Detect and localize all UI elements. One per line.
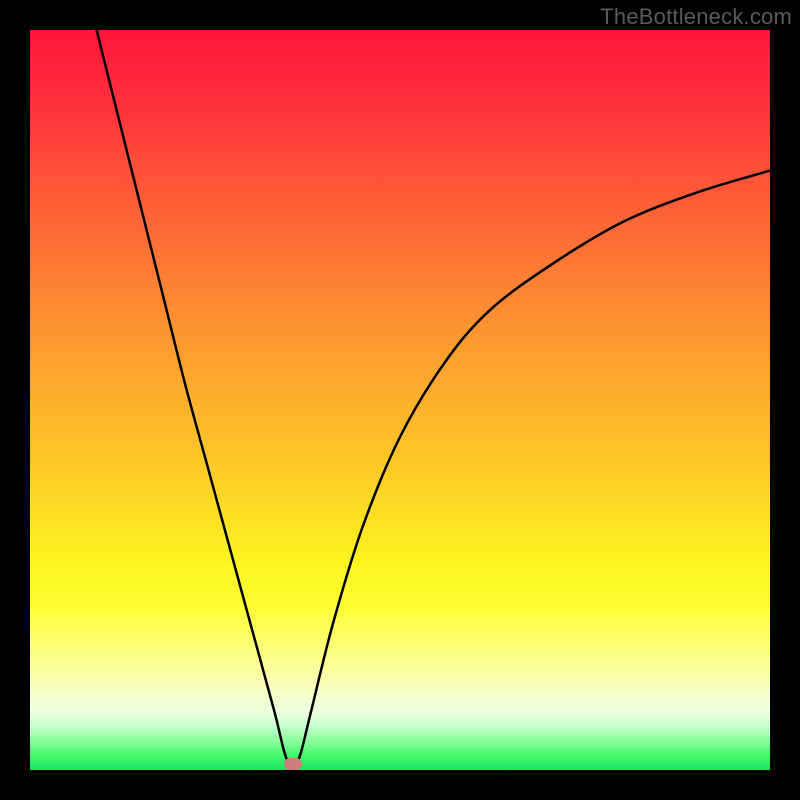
attribution-text: TheBottleneck.com [600,4,792,30]
plot-area [30,30,770,770]
bottleneck-curve-path [97,30,770,766]
minimum-marker [284,758,302,770]
curve-svg [30,30,770,770]
chart-frame: TheBottleneck.com [0,0,800,800]
